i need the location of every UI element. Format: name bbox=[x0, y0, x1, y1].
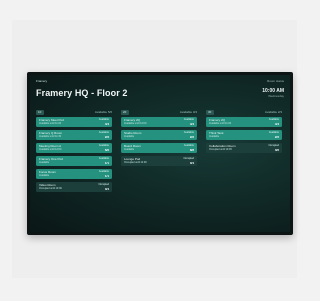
floor-badge: 2F bbox=[121, 110, 129, 115]
room-status: Available bbox=[268, 118, 279, 121]
room-card[interactable]: Focus Room Available Available 1/1 bbox=[36, 169, 112, 179]
brand-logo: Framery bbox=[36, 79, 48, 83]
floor-badge: 1F bbox=[36, 110, 44, 115]
room-card[interactable]: Framery Q Room Available until 11:30 Avail… bbox=[36, 130, 112, 140]
room-capacity: 2/2 bbox=[189, 135, 194, 139]
room-capacity: 1/1 bbox=[104, 161, 109, 165]
column-header: 1F Available 5/6 bbox=[36, 110, 112, 117]
room-status: Occupied bbox=[98, 183, 109, 186]
room-availability: Occupied until 11:00 bbox=[124, 161, 147, 164]
room-availability: Available until 12:00 bbox=[124, 122, 147, 125]
room-card[interactable]: Framery Meet Pod Available until 11:00 Ava… bbox=[36, 117, 112, 127]
display-monitor: Framery Room status Framery HQ - Floor 2… bbox=[27, 72, 293, 235]
room-status-screen: Framery Room status Framery HQ - Floor 2… bbox=[30, 75, 290, 232]
column-2f: 2F Available 3/4 Framery 2Q Available until… bbox=[121, 110, 197, 169]
room-capacity: 4/4 bbox=[189, 122, 194, 126]
room-status: Available bbox=[98, 118, 109, 121]
room-status: Occupied bbox=[183, 157, 194, 160]
room-card[interactable]: Lounge Pod Occupied until 11:00 Occupied 0/… bbox=[121, 156, 197, 166]
room-status: Available bbox=[98, 157, 109, 160]
room-status: Available bbox=[183, 144, 194, 147]
room-status: Available bbox=[98, 170, 109, 173]
screen-label: Room status bbox=[267, 79, 284, 83]
room-availability: Available until 11:30 bbox=[39, 135, 62, 138]
room-card[interactable]: Studio Room Available Available 2/2 bbox=[121, 130, 197, 140]
room-capacity: 4/4 bbox=[274, 122, 279, 126]
room-status: Available bbox=[98, 144, 109, 147]
room-availability: Available bbox=[124, 148, 135, 151]
room-card[interactable]: Think Tank Available Available 2/2 bbox=[206, 130, 282, 140]
room-card[interactable]: Framery 2Q Available until 11:00 Available… bbox=[206, 117, 282, 127]
availability-count: Available 2/3 bbox=[264, 110, 282, 114]
room-status: Available bbox=[98, 131, 109, 134]
room-status: Occupied bbox=[268, 144, 279, 147]
room-availability: Available bbox=[39, 161, 50, 164]
room-capacity: 2/2 bbox=[274, 135, 279, 139]
room-availability: Occupied until 10:45 bbox=[209, 148, 232, 151]
room-card[interactable]: Video Room Occupied until 10:30 Occupied 0/… bbox=[36, 182, 112, 192]
room-capacity: 8/8 bbox=[189, 148, 194, 152]
room-capacity: 0/4 bbox=[104, 187, 109, 191]
column-1f: 1F Available 5/6 Framery Meet Pod Available… bbox=[36, 110, 112, 195]
room-card[interactable]: Framery One Pod Available Available 1/1 bbox=[36, 156, 112, 166]
room-capacity: 1/1 bbox=[104, 174, 109, 178]
room-availability: Occupied until 10:30 bbox=[39, 187, 62, 190]
room-capacity: 2/2 bbox=[104, 135, 109, 139]
room-availability: Available until 11:00 bbox=[39, 122, 62, 125]
column-header: 3F Available 2/3 bbox=[206, 110, 282, 117]
room-availability: Available until 11:00 bbox=[209, 122, 232, 125]
clock-date: Wednesday bbox=[268, 94, 284, 98]
room-capacity: 0/4 bbox=[189, 161, 194, 165]
room-availability: Available until 12:00 bbox=[39, 148, 62, 151]
page-title: Framery HQ - Floor 2 bbox=[36, 88, 128, 98]
room-availability: Available bbox=[39, 174, 50, 177]
room-availability: Available bbox=[124, 135, 135, 138]
room-availability: Available bbox=[209, 135, 220, 138]
room-card[interactable]: Meeting Room A Available until 12:00 Avail… bbox=[36, 143, 112, 153]
room-capacity: 6/6 bbox=[104, 148, 109, 152]
room-card[interactable]: Board Room Available Available 8/8 bbox=[121, 143, 197, 153]
room-status: Available bbox=[183, 131, 194, 134]
column-3f: 3F Available 2/3 Framery 2Q Available until… bbox=[206, 110, 282, 156]
column-header: 2F Available 3/4 bbox=[121, 110, 197, 117]
room-card[interactable]: Collaboration Room Occupied until 10:45 Oc… bbox=[206, 143, 282, 153]
room-status: Available bbox=[183, 118, 194, 121]
room-capacity: 0/6 bbox=[274, 148, 279, 152]
room-status: Available bbox=[268, 131, 279, 134]
floor-badge: 3F bbox=[206, 110, 214, 115]
availability-count: Available 3/4 bbox=[179, 110, 197, 114]
room-card[interactable]: Framery 2Q Available until 12:00 Available… bbox=[121, 117, 197, 127]
room-capacity: 4/4 bbox=[104, 122, 109, 126]
availability-count: Available 5/6 bbox=[94, 110, 112, 114]
